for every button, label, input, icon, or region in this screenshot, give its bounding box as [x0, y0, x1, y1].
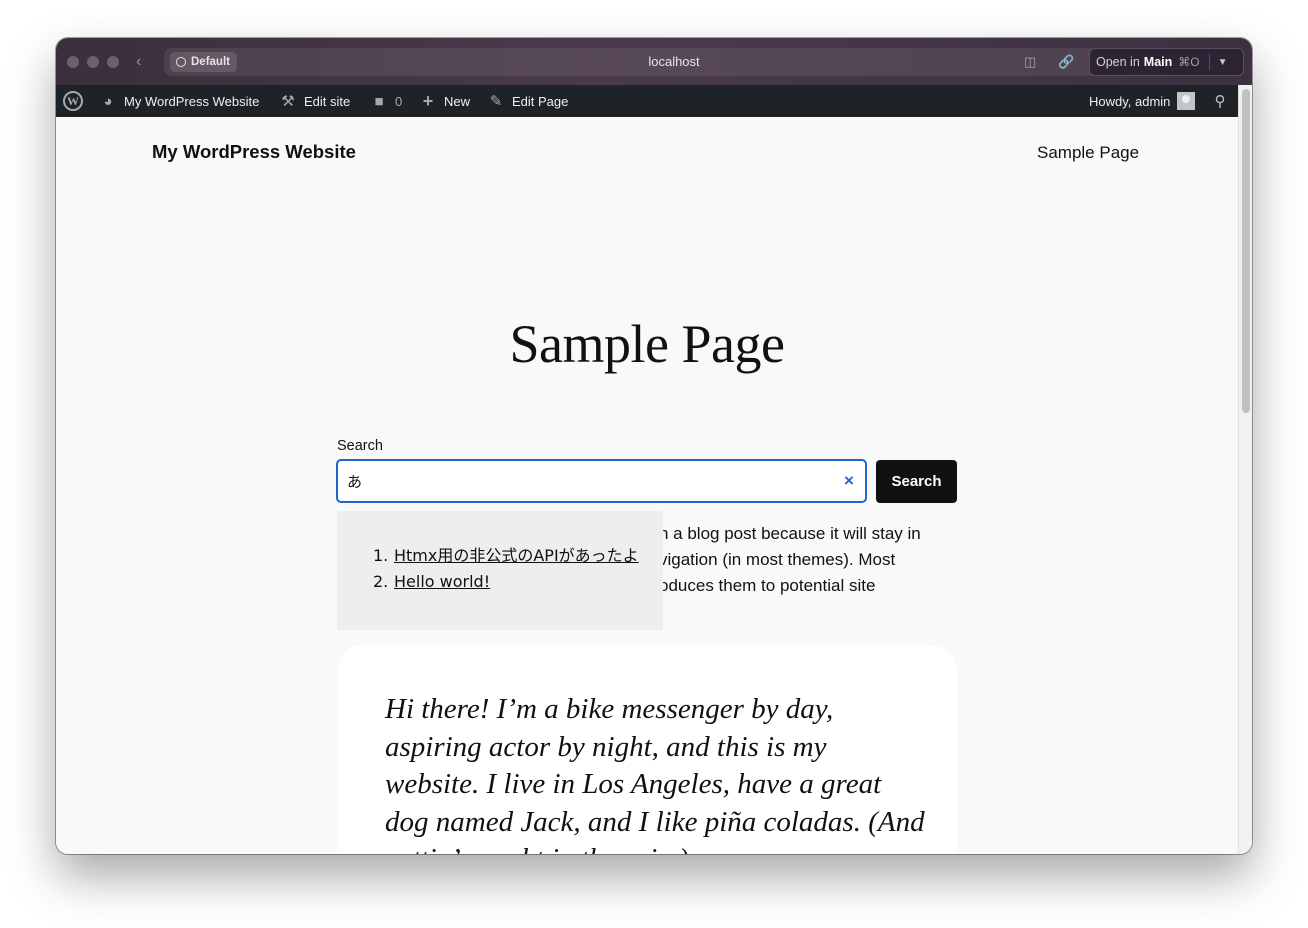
address-bar[interactable]: Default localhost ◫ 🔗	[164, 48, 1184, 76]
comments-count: 0	[395, 93, 403, 109]
suggestion-item: 2. Hello world!	[373, 569, 663, 595]
edit-page-label: Edit Page	[512, 93, 569, 109]
nav-link-sample-page[interactable]: Sample Page	[1037, 143, 1139, 163]
edit-site-link[interactable]: ⚒ Edit site	[279, 85, 350, 117]
my-account-menu[interactable]: Howdy, admin	[1089, 85, 1196, 117]
browser-titlebar: ‹ Default localhost ◫ 🔗 Open in Main ⌘O …	[56, 38, 1252, 85]
open-in-button[interactable]: Open in Main ⌘O ▼	[1089, 48, 1244, 76]
open-in-target: Main	[1143, 55, 1173, 69]
suggestion-link[interactable]: Htmx用の非公式のAPIがあったよ	[394, 546, 639, 565]
link-icon[interactable]: 🔗	[1058, 54, 1074, 70]
wordpress-logo-icon: W	[63, 91, 83, 111]
extension-icon[interactable]: ◫	[1024, 54, 1036, 70]
edit-page-link[interactable]: ✎ Edit Page	[487, 85, 569, 117]
open-in-prefix: Open in	[1096, 55, 1140, 69]
suggestion-number: 1.	[373, 546, 389, 565]
page-scrollbar[interactable]	[1238, 85, 1252, 854]
quote-card: Hi there! I’m a bike messenger by day, a…	[337, 645, 957, 854]
site-title[interactable]: My WordPress Website	[152, 141, 356, 163]
plus-icon: +	[422, 90, 434, 111]
scrollbar-thumb[interactable]	[1242, 89, 1250, 413]
dashboard-icon: ◕	[103, 92, 113, 110]
search-icon: ⚲	[1214, 93, 1226, 110]
page-content: My WordPress Website Sample Page Sample …	[56, 117, 1238, 854]
admin-site-name: My WordPress Website	[124, 93, 260, 109]
chevron-down-icon[interactable]: ▼	[1218, 57, 1228, 68]
back-arrow-icon[interactable]: ‹	[136, 51, 152, 73]
suggestion-item: 1. Htmx用の非公式のAPIがあったよ	[373, 543, 663, 569]
wp-admin-bar: W ◕ My WordPress Website ⚒ Edit site ■ 0…	[56, 85, 1238, 117]
minimize-window-button[interactable]	[87, 56, 99, 68]
page-title: Sample Page	[509, 314, 785, 374]
search-label: Search	[337, 438, 383, 454]
new-label: New	[444, 93, 471, 109]
howdy-greeting: Howdy, admin	[1089, 93, 1171, 109]
search-suggestions-dropdown: 1. Htmx用の非公式のAPIがあったよ 2. Hello world!	[337, 511, 663, 630]
divider	[1208, 54, 1210, 70]
new-content-menu[interactable]: + New	[419, 85, 470, 117]
comments-link[interactable]: ■ 0	[370, 85, 402, 117]
pencil-icon: ✎	[489, 93, 503, 110]
open-in-shortcut: ⌘O	[1178, 55, 1200, 69]
edit-site-label: Edit site	[304, 93, 351, 109]
comment-bubble-icon: ■	[374, 92, 384, 110]
suggestion-number: 2.	[373, 572, 389, 591]
search-input[interactable]	[336, 459, 867, 503]
admin-site-name-menu[interactable]: ◕ My WordPress Website	[99, 85, 259, 117]
clear-search-icon[interactable]: ×	[842, 470, 856, 492]
avatar	[1177, 92, 1196, 110]
search-button[interactable]: Search	[876, 460, 957, 503]
wp-logo-menu[interactable]: W	[63, 85, 83, 117]
suggestion-link[interactable]: Hello world!	[394, 572, 490, 591]
admin-search-button[interactable]: ⚲	[1211, 85, 1229, 117]
close-window-button[interactable]	[67, 56, 79, 68]
hammer-icon: ⚒	[281, 93, 295, 110]
zoom-window-button[interactable]	[107, 56, 119, 68]
quote-text: Hi there! I’m a bike messenger by day, a…	[385, 693, 925, 854]
browser-window: ‹ Default localhost ◫ 🔗 Open in Main ⌘O …	[56, 38, 1252, 854]
